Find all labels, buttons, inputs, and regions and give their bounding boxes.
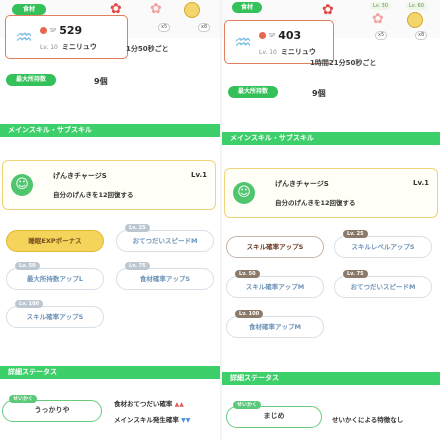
smile-icon: ☺ xyxy=(233,182,255,204)
max-carry-value: 9個 xyxy=(94,77,108,86)
ingredient-icon: ✿ xyxy=(372,11,384,27)
level-badge: Lv. 30 xyxy=(370,2,391,10)
sp-label: SP xyxy=(269,32,276,39)
berry-icon: ✿ xyxy=(322,2,334,18)
ingredient-coin-icon xyxy=(184,2,200,18)
subskill-label: 最大所持数アップL xyxy=(26,275,84,283)
subskill-lock-level: Lv. 100 xyxy=(15,300,44,308)
subskill-label: おてつだいスピードM xyxy=(132,237,198,245)
subskill-label: スキル確率アップS xyxy=(246,243,304,251)
ingredient-count-badge: x8 xyxy=(198,23,211,32)
subskill-label: スキル確率アップS xyxy=(26,313,84,321)
sp-icon xyxy=(259,32,266,39)
main-skill-level: Lv.1 xyxy=(413,179,429,187)
subskill-slot[interactable]: Lv. 50 最大所持数アップL xyxy=(6,262,104,290)
subskill-slot[interactable]: Lv. 75 おてつだいスピードM xyxy=(334,270,432,298)
main-skill-name: げんきチャージS xyxy=(53,172,107,180)
subskill-lock-level: Lv. 75 xyxy=(343,270,368,278)
nature-name: まじめ xyxy=(263,412,285,420)
left-pane: 食材 ✿ ✿ x5 x8 ♒ SP 529 Lv. 10 ミニリュウ 1分50秒… xyxy=(0,0,220,440)
subskill-lock-level: Lv. 50 xyxy=(15,262,40,270)
max-carry-value: 9個 xyxy=(312,89,326,98)
dratini-icon: ♒ xyxy=(15,25,33,49)
sp-value: 403 xyxy=(278,29,302,42)
nature-name: うっかりや xyxy=(34,406,70,414)
subskill-label: スキルレベルアップS xyxy=(351,243,415,251)
right-pane: 食材 ✿ Lv. 30 Lv. 60 ✿ x5 x8 ♒ SP 403 Lv. … xyxy=(222,0,440,440)
level-label: Lv. 10 xyxy=(40,43,58,51)
subskill-slot[interactable]: Lv. 100 スキル確率アップS xyxy=(6,300,104,328)
subskill-lock-level: Lv. 100 xyxy=(235,310,264,318)
section-header-details: 詳細ステータス xyxy=(0,366,220,379)
max-carry-label: 最大所持数 xyxy=(228,86,278,98)
section-header-details: 詳細ステータス xyxy=(222,372,440,385)
section-header-skills: メインスキル・サブスキル xyxy=(0,124,220,137)
subskill-slot[interactable]: 睡眠EXPボーナス xyxy=(6,230,104,252)
nature-pill[interactable]: せいかく まじめ xyxy=(226,401,322,428)
nature-down-stat: メインスキル発生確率 xyxy=(114,416,179,424)
help-interval: 1時間21分50秒ごと xyxy=(310,59,377,67)
ingredient-pill: 食材 xyxy=(232,2,262,13)
max-carry-label: 最大所持数 xyxy=(6,74,56,86)
main-skill-level: Lv.1 xyxy=(191,171,207,179)
sp-label: SP xyxy=(50,27,57,34)
ingredient-count-badge: x8 xyxy=(415,31,428,40)
level-label: Lv. 10 xyxy=(259,48,277,56)
sp-icon xyxy=(40,27,47,34)
ingredient-count-badge: x5 xyxy=(375,31,388,40)
dratini-icon: ♒ xyxy=(234,30,252,54)
arrow-up-icon: ▲▲ xyxy=(174,401,184,408)
section-header-skills: メインスキル・サブスキル xyxy=(222,132,440,145)
subskill-lock-level: Lv. 25 xyxy=(343,230,368,238)
ingredient-pill: 食材 xyxy=(12,4,46,15)
subskill-slot[interactable]: Lv. 75 食材確率アップS xyxy=(116,262,214,290)
subskill-slot[interactable]: Lv. 100 食材確率アップM xyxy=(226,310,324,338)
main-skill-description: 自分のげんきを12回復する xyxy=(53,191,134,199)
pokemon-name: ミニリュウ xyxy=(280,48,316,56)
subskill-label: 睡眠EXPボーナス xyxy=(28,237,82,245)
ingredient-coin-icon xyxy=(407,12,423,28)
subskill-label: おてつだいスピードM xyxy=(350,283,416,291)
subskill-label: 食材確率アップS xyxy=(139,275,191,283)
subskill-slot[interactable]: Lv. 50 スキル確率アップM xyxy=(226,270,324,298)
subskill-slot[interactable]: Lv. 25 スキルレベルアップS xyxy=(334,230,432,258)
pokemon-card[interactable]: ♒ SP 529 Lv. 10 ミニリュウ xyxy=(5,15,128,59)
berry-icon: ✿ xyxy=(110,1,122,17)
nature-note: せいかくによる特徴なし xyxy=(332,416,404,424)
smile-icon: ☺ xyxy=(11,174,33,196)
sp-value: 529 xyxy=(59,24,83,37)
level-badge: Lv. 60 xyxy=(406,2,427,10)
nature-tag: せいかく xyxy=(233,401,262,409)
subskill-label: スキル確率アップM xyxy=(245,283,305,291)
nature-pill[interactable]: せいかく うっかりや xyxy=(2,395,102,422)
pokemon-name: ミニリュウ xyxy=(61,43,97,51)
ingredient-icon: ✿ xyxy=(150,1,162,17)
main-skill-name: げんきチャージS xyxy=(275,180,329,188)
subskill-label: 食材確率アップM xyxy=(249,323,301,331)
main-skill-card[interactable]: ☺ げんきチャージS Lv.1 自分のげんきを12回復する xyxy=(224,168,438,218)
ingredient-count-badge: x5 xyxy=(158,23,171,32)
subskill-slot[interactable]: Lv. 25 おてつだいスピードM xyxy=(116,224,214,252)
subskill-lock-level: Lv. 50 xyxy=(235,270,260,278)
nature-up-stat: 食材おてつだい確率 xyxy=(114,400,173,408)
main-skill-description: 自分のげんきを12回復する xyxy=(275,199,356,207)
subskill-slot[interactable]: スキル確率アップS xyxy=(226,236,324,258)
subskill-lock-level: Lv. 75 xyxy=(125,262,150,270)
arrow-down-icon: ▼▼ xyxy=(181,417,191,424)
help-interval: 1分50秒ごと xyxy=(126,45,169,53)
main-skill-card[interactable]: ☺ げんきチャージS Lv.1 自分のげんきを12回復する xyxy=(2,160,216,210)
subskill-lock-level: Lv. 25 xyxy=(125,224,150,232)
nature-tag: せいかく xyxy=(9,395,38,403)
